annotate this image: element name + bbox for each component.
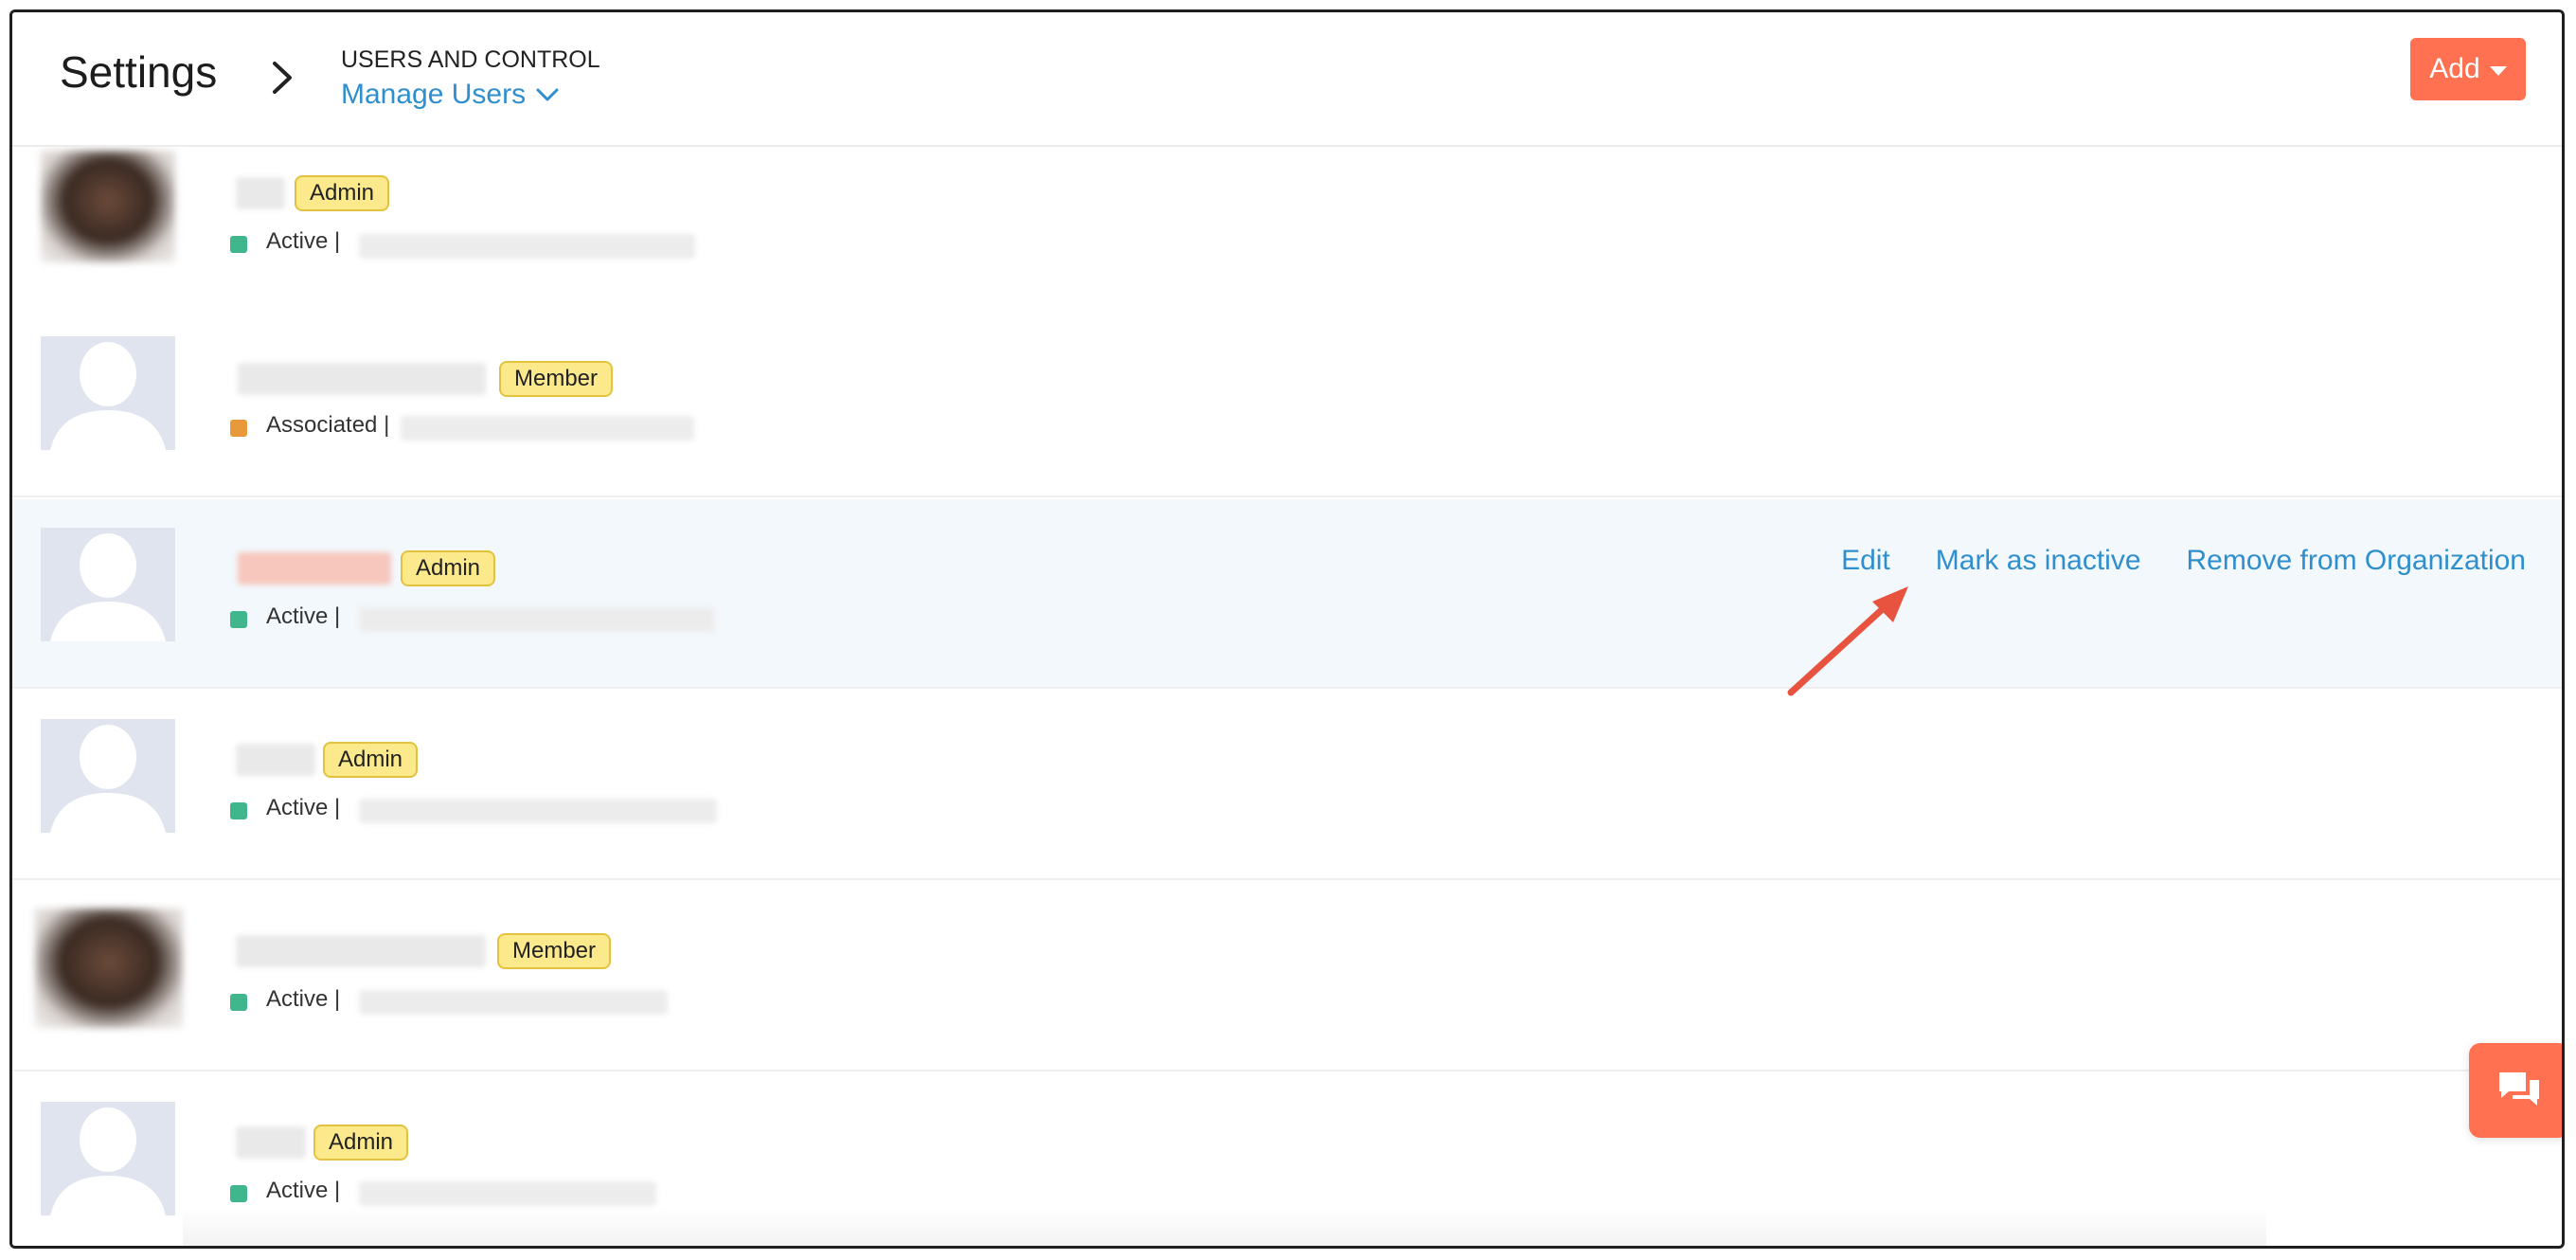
mark-inactive-link[interactable]: Mark as inactive xyxy=(1936,545,2141,577)
list-item-hovered[interactable]: Admin Active | Edit Mark as inactive Rem… xyxy=(12,499,2562,689)
scroll-fade xyxy=(183,1208,2266,1246)
status-label: Associated | xyxy=(266,412,390,438)
user-placeholder-icon xyxy=(50,1107,166,1215)
avatar xyxy=(41,528,175,641)
role-badge: Member xyxy=(499,361,614,397)
user-email xyxy=(359,990,668,1015)
user-email xyxy=(359,607,715,632)
user-placeholder-icon xyxy=(50,342,166,450)
status-indicator xyxy=(230,802,247,819)
role-badge: Admin xyxy=(401,550,496,586)
breadcrumb-section: USERS AND CONTROL xyxy=(341,46,600,73)
status-indicator xyxy=(230,994,247,1011)
user-placeholder-icon xyxy=(50,533,166,641)
status-label: Active | xyxy=(266,603,341,629)
role-badge: Admin xyxy=(295,175,390,211)
list-item[interactable]: Member Associated | xyxy=(12,308,2562,497)
status-indicator xyxy=(230,420,247,437)
chat-widget-button[interactable] xyxy=(2469,1043,2562,1138)
avatar xyxy=(41,719,175,833)
role-badge: Admin xyxy=(323,742,419,778)
app-window: Settings USERS AND CONTROL Manage Users … xyxy=(9,9,2565,1249)
caret-down-icon xyxy=(2489,66,2507,76)
avatar xyxy=(41,1102,175,1215)
user-email xyxy=(401,416,694,441)
edit-link[interactable]: Edit xyxy=(1841,545,1890,577)
user-name xyxy=(236,1126,306,1159)
user-email xyxy=(359,1181,656,1206)
user-name xyxy=(236,935,486,967)
remove-from-organization-link[interactable]: Remove from Organization xyxy=(2187,545,2526,577)
chevron-down-icon xyxy=(536,88,559,101)
status-indicator xyxy=(230,236,247,253)
list-item[interactable]: Admin Active | xyxy=(12,691,2562,880)
user-name xyxy=(238,363,486,395)
add-button[interactable]: Add xyxy=(2410,38,2526,100)
row-actions: Edit Mark as inactive Remove from Organi… xyxy=(1841,545,2526,577)
status-label: Active | xyxy=(266,795,341,820)
status-label: Active | xyxy=(266,1178,341,1203)
avatar xyxy=(35,909,183,1028)
role-badge: Member xyxy=(497,933,612,969)
breadcrumb-current: Manage Users xyxy=(341,79,527,110)
role-badge: Admin xyxy=(313,1125,409,1161)
avatar xyxy=(41,336,175,450)
arrow-annotation xyxy=(1787,586,1908,696)
user-name xyxy=(238,552,391,585)
chevron-right-icon xyxy=(273,62,292,94)
user-name xyxy=(236,177,285,209)
user-email xyxy=(359,234,695,259)
status-label: Active | xyxy=(266,228,341,254)
manage-users-dropdown[interactable]: Manage Users xyxy=(341,79,560,111)
user-placeholder-icon xyxy=(50,725,166,833)
page-header: Settings USERS AND CONTROL Manage Users … xyxy=(12,12,2562,147)
status-indicator xyxy=(230,611,247,628)
page-title: Settings xyxy=(60,47,218,97)
user-name xyxy=(236,744,315,776)
avatar xyxy=(41,151,175,262)
list-item[interactable]: Member Active | xyxy=(12,882,2562,1071)
status-label: Active | xyxy=(266,986,341,1012)
user-email xyxy=(359,799,717,823)
add-button-label: Add xyxy=(2429,53,2480,84)
chat-icon xyxy=(2499,1072,2539,1106)
status-indicator xyxy=(230,1185,247,1202)
